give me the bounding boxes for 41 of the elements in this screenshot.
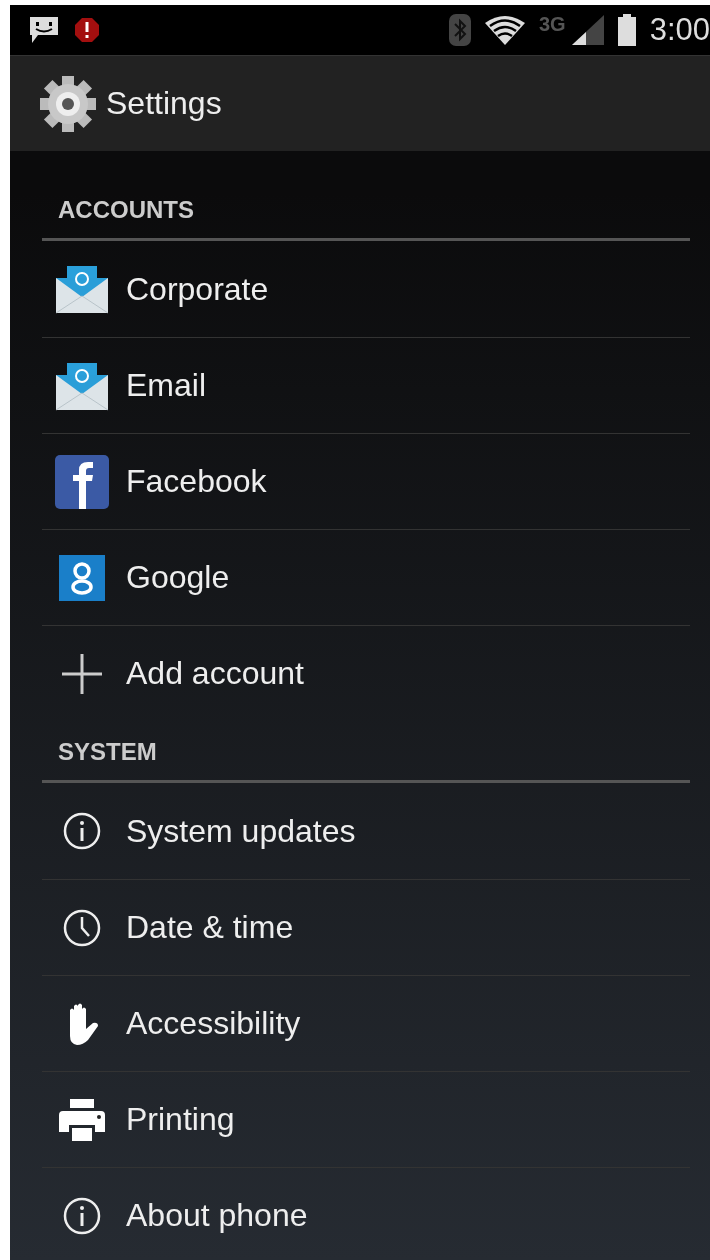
bluetooth-icon xyxy=(448,14,471,46)
settings-item[interactable]: Email xyxy=(42,337,690,433)
settings-item[interactable]: About phone xyxy=(42,1167,690,1260)
envelope-icon xyxy=(55,360,109,411)
settings-item[interactable]: Printing xyxy=(42,1071,690,1167)
item-label: Corporate xyxy=(126,270,269,308)
network-type-label: 3G xyxy=(538,13,566,36)
settings-item[interactable]: Date & time xyxy=(42,879,690,975)
info-icon xyxy=(63,812,101,850)
settings-item[interactable]: Add account xyxy=(42,625,690,721)
google-logo-icon xyxy=(59,554,105,601)
info-icon xyxy=(63,1196,101,1235)
signal-icon xyxy=(571,15,604,45)
section-header: SYSTEM xyxy=(42,721,690,783)
envelope-icon xyxy=(55,264,109,314)
settings-item[interactable]: System updates xyxy=(42,783,690,879)
item-label: About phone xyxy=(126,1197,308,1234)
item-label: System updates xyxy=(126,812,356,850)
alert-icon xyxy=(74,17,100,43)
gear-icon xyxy=(38,73,98,134)
chat-icon xyxy=(28,15,60,45)
item-label: Email xyxy=(126,367,206,404)
item-label: Date & time xyxy=(126,909,294,946)
settings-item[interactable]: Facebook xyxy=(42,433,690,529)
settings-item[interactable]: Corporate xyxy=(42,241,690,337)
clock-time: 3:00 xyxy=(649,12,710,48)
item-label: Printing xyxy=(126,1101,235,1138)
clock-icon xyxy=(63,908,101,947)
wifi-icon xyxy=(484,15,525,45)
item-label: Accessibility xyxy=(126,1005,301,1042)
settings-item[interactable]: Accessibility xyxy=(42,975,690,1071)
plus-icon xyxy=(61,652,103,695)
printer-icon xyxy=(59,1098,105,1141)
item-label: Add account xyxy=(126,655,304,692)
battery-icon xyxy=(617,14,636,46)
item-label: Google xyxy=(126,559,230,596)
settings-item[interactable]: Google xyxy=(42,529,690,625)
item-label: Facebook xyxy=(126,463,267,500)
section-header: ACCOUNTS xyxy=(42,151,690,241)
screen-title: Settings xyxy=(106,85,222,122)
facebook-logo-icon xyxy=(55,454,109,509)
